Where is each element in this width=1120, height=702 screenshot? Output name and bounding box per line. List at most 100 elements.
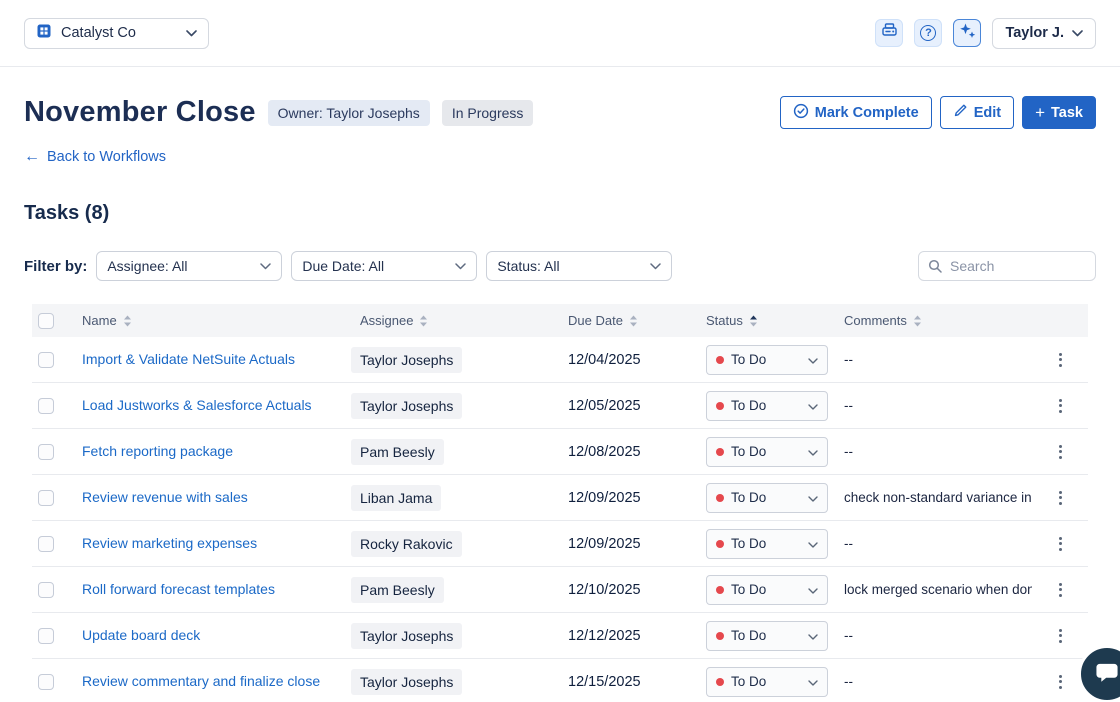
company-selector[interactable]: Catalyst Co (24, 18, 209, 49)
topbar: Catalyst Co ? Taylor J. (0, 0, 1120, 67)
building-icon (36, 23, 52, 44)
status-select[interactable]: To Do (706, 529, 828, 559)
status-select[interactable]: To Do (706, 391, 828, 421)
filter-select[interactable]: Due Date: All (291, 251, 477, 281)
filter-select[interactable]: Status: All (486, 251, 672, 281)
chevron-down-icon (650, 257, 661, 275)
task-name-link[interactable]: Review marketing expenses (82, 535, 257, 551)
due-date-value: 12/12/2025 (568, 628, 641, 644)
column-header-name: Name (82, 313, 117, 328)
table-row: Fetch reporting package Pam Beesly 12/08… (32, 429, 1088, 475)
table-row: Load Justworks & Salesforce Actuals Tayl… (32, 383, 1088, 429)
filter-select-label: Due Date: All (302, 258, 455, 274)
chevron-down-icon (808, 673, 818, 691)
add-task-button[interactable]: + Task (1022, 96, 1096, 129)
assignee-value: Rocky Rakovic (351, 531, 462, 557)
task-name-link[interactable]: Roll forward forecast templates (82, 581, 275, 597)
assignee-value: Taylor Josephs (351, 393, 462, 419)
status-label: To Do (731, 352, 801, 367)
sort-due-date-icon[interactable] (629, 315, 638, 327)
sort-status-icon[interactable] (749, 315, 758, 327)
row-menu-icon[interactable] (1055, 395, 1066, 417)
row-menu-icon[interactable] (1055, 487, 1066, 509)
row-checkbox[interactable] (38, 674, 54, 690)
company-name: Catalyst Co (61, 25, 177, 41)
row-menu-icon[interactable] (1055, 579, 1066, 601)
add-task-label: Task (1051, 105, 1083, 121)
status-select[interactable]: To Do (706, 575, 828, 605)
sort-assignee-icon[interactable] (419, 315, 428, 327)
comment-value: -- (844, 674, 1032, 689)
task-name-link[interactable]: Update board deck (82, 627, 200, 643)
topbar-actions: ? Taylor J. (875, 18, 1096, 49)
status-select[interactable]: To Do (706, 437, 828, 467)
sort-name-icon[interactable] (123, 315, 132, 327)
row-checkbox[interactable] (38, 444, 54, 460)
row-checkbox[interactable] (38, 490, 54, 506)
user-menu[interactable]: Taylor J. (992, 18, 1096, 49)
row-menu-icon[interactable] (1055, 441, 1066, 463)
assignee-value: Taylor Josephs (351, 669, 462, 695)
table-row: Review revenue with sales Liban Jama 12/… (32, 475, 1088, 521)
chevron-down-icon (808, 489, 818, 507)
table-row: Update board deck Taylor Josephs 12/12/2… (32, 613, 1088, 659)
comment-value: -- (844, 444, 1032, 459)
row-checkbox[interactable] (38, 582, 54, 598)
filter-select-label: Assignee: All (107, 258, 260, 274)
mark-complete-label: Mark Complete (815, 105, 919, 121)
assignee-value: Pam Beesly (351, 439, 444, 465)
status-label: To Do (731, 398, 801, 413)
filter-select[interactable]: Assignee: All (96, 251, 282, 281)
comment-value: lock merged scenario when done (844, 582, 1032, 597)
status-select[interactable]: To Do (706, 621, 828, 651)
chevron-down-icon (808, 627, 818, 645)
task-name-link[interactable]: Load Justworks & Salesforce Actuals (82, 397, 312, 413)
search-box (918, 251, 1096, 281)
status-label: To Do (731, 628, 801, 643)
billing-terminal-button[interactable] (875, 19, 903, 47)
task-name-link[interactable]: Review revenue with sales (82, 489, 248, 505)
question-icon: ? (920, 25, 936, 41)
search-input[interactable] (918, 251, 1096, 281)
sort-comments-icon[interactable] (913, 315, 922, 327)
status-label: To Do (731, 444, 801, 459)
row-menu-icon[interactable] (1055, 349, 1066, 371)
status-select[interactable]: To Do (706, 483, 828, 513)
row-menu-icon[interactable] (1055, 671, 1066, 693)
filter-select-label: Status: All (497, 258, 650, 274)
due-date-value: 12/09/2025 (568, 536, 641, 552)
assignee-value: Taylor Josephs (351, 623, 462, 649)
help-button[interactable]: ? (914, 19, 942, 47)
chevron-down-icon (455, 257, 466, 275)
due-date-value: 12/09/2025 (568, 490, 641, 506)
chevron-down-icon (808, 443, 818, 461)
row-menu-icon[interactable] (1055, 533, 1066, 555)
column-header-status: Status (706, 313, 743, 328)
row-menu-icon[interactable] (1055, 625, 1066, 647)
task-name-link[interactable]: Import & Validate NetSuite Actuals (82, 351, 295, 367)
status-dot-icon (716, 356, 724, 364)
status-select[interactable]: To Do (706, 345, 828, 375)
table-row: Review marketing expenses Rocky Rakovic … (32, 521, 1088, 567)
back-to-workflows-link[interactable]: ← Back to Workflows (24, 149, 166, 165)
row-checkbox[interactable] (38, 536, 54, 552)
row-checkbox[interactable] (38, 628, 54, 644)
column-header-assignee: Assignee (360, 313, 413, 328)
comment-value: check non-standard variance in ... (844, 490, 1032, 505)
user-name: Taylor J. (1005, 25, 1064, 41)
status-dot-icon (716, 402, 724, 410)
task-name-link[interactable]: Review commentary and finalize close (82, 673, 320, 689)
status-dot-icon (716, 448, 724, 456)
row-checkbox[interactable] (38, 398, 54, 414)
due-date-value: 12/10/2025 (568, 582, 641, 598)
row-checkbox[interactable] (38, 352, 54, 368)
status-dot-icon (716, 632, 724, 640)
task-name-link[interactable]: Fetch reporting package (82, 443, 233, 459)
edit-button[interactable]: Edit (940, 96, 1014, 129)
mark-complete-button[interactable]: Mark Complete (780, 96, 932, 129)
plus-icon: + (1035, 104, 1045, 121)
ai-assistant-button[interactable] (953, 19, 981, 47)
status-select[interactable]: To Do (706, 667, 828, 697)
select-all-checkbox[interactable] (38, 313, 54, 329)
back-arrow-icon: ← (24, 149, 40, 165)
